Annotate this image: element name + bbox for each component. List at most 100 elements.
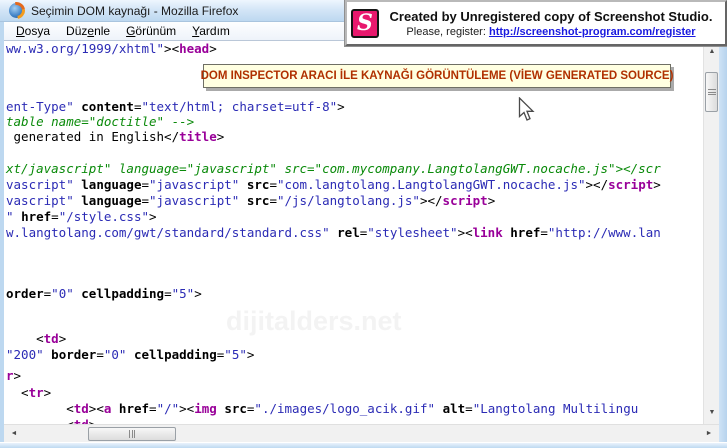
menu-item-dosya[interactable]: Dosya [8,23,58,40]
code-segment-p: ></ [586,177,609,192]
source-line: table name="doctitle" --> [6,114,194,129]
menu-mnemonic: D [16,24,25,38]
code-segment-p: = [164,286,172,301]
code-segment-p: = [96,347,104,362]
code-segment-t: tr [29,385,44,400]
scroll-down-icon[interactable]: ▼ [704,404,720,421]
scroll-left-icon[interactable]: ◄ [6,425,22,442]
menu-label: örünüm [135,24,176,38]
register-link[interactable]: http://screenshot-program.com/register [489,26,696,38]
code-segment-v: vascript" [6,177,74,192]
code-segment-p: = [141,177,149,192]
source-line: ent-Type" content="text/html; charset=ut… [6,99,345,114]
code-segment-v: "/style.css" [59,209,149,224]
code-segment-p: ></ [420,193,443,208]
code-segment-p: > [217,129,225,144]
code-segment-a: href [119,401,149,416]
source-line: generated in English</title> [6,129,224,144]
code-segment-p [14,209,22,224]
source-line: w.langtolang.com/gwt/standard/standard.c… [6,225,661,240]
screenshot-studio-logo: S [351,9,379,38]
window-border-bottom [0,442,727,448]
code-segment-p: = [540,225,548,240]
code-segment-v: " [6,209,14,224]
code-segment-p: = [465,401,473,416]
code-segment-c: table name="doctitle" --> [6,114,194,129]
vertical-scrollbar[interactable]: ▲ ▼ [703,41,719,424]
menu-label: osya [25,24,50,38]
code-segment-p: >< [179,401,194,416]
source-line: " href="/style.css"> [6,209,157,224]
code-segment-a: language [81,193,141,208]
code-segment-p [330,225,338,240]
code-segment-p: = [269,193,277,208]
menu-label: ardım [199,24,230,38]
code-segment-v: "javascript" [149,177,239,192]
menu-item-duzenle[interactable]: Düzenle [58,23,118,40]
menu-item-yardim[interactable]: Yardım [184,23,238,40]
screenshot-studio-badge: S Created by Unregistered copy of Screen… [345,0,727,46]
code-segment-a: cellpadding [81,286,164,301]
code-segment-a: href [510,225,540,240]
code-segment-a: order [6,286,44,301]
scroll-right-icon[interactable]: ► [701,425,717,442]
mouse-cursor-icon [518,97,536,128]
code-segment-a: content [81,99,134,114]
annotation-callout: DOM INSPECTOR ARACI İLE KAYNAĞI GÖRÜNTÜL… [203,64,671,88]
code-segment-p: >< [458,225,473,240]
code-segment-v: "/js/langtolang.js" [277,193,420,208]
code-segment-p: > [337,99,345,114]
code-segment-p: > [14,368,22,383]
code-segment-p: = [141,193,149,208]
code-segment-v: "5" [224,347,247,362]
code-segment-v: "Langtolang Multilingu [473,401,639,416]
code-segment-v: w.langtolang.com/gwt/standard/standard.c… [6,225,330,240]
code-segment-v: "0" [104,347,127,362]
code-segment-p: < [6,401,74,416]
code-segment-p: = [51,209,59,224]
source-line: <td><a href="/"><img src="./images/logo_… [6,401,638,416]
horizontal-scrollbar[interactable]: ◄ ► [4,424,719,442]
code-segment-a: src [247,193,270,208]
code-segment-v: "javascript" [149,193,239,208]
code-segment-a: href [21,209,51,224]
code-segment-v: ww.w3.org/1999/xhtml" [6,41,164,56]
code-segment-p: > [59,331,67,346]
code-segment-p: = [269,177,277,192]
code-segment-v: "com.langtolang.LangtolangGWT.nocache.js… [277,177,586,192]
source-line: <td> [6,417,96,424]
code-segment-v: "0" [51,286,74,301]
code-segment-t: td [44,331,59,346]
source-line: order="0" cellpadding="5"> [6,286,202,301]
code-segment-c: xt/javascript" language="javascript" src… [6,161,661,176]
code-segment-a: src [247,177,270,192]
badge-register-label: Please, register: [406,26,485,38]
code-segment-t: r [6,368,14,383]
menu-item-gorunum[interactable]: Görünüm [118,23,184,40]
code-segment-p: = [149,401,157,416]
code-segment-t: script [608,177,653,192]
code-segment-p: > [247,347,255,362]
code-segment-p: generated in English</ [6,129,179,144]
source-line: ww.w3.org/1999/xhtml"><head> [6,41,217,56]
code-segment-p: < [6,331,44,346]
code-segment-v: "200" [6,347,44,362]
horizontal-scroll-thumb[interactable] [88,427,176,441]
annotation-text: DOM INSPECTOR ARACI İLE KAYNAĞI GÖRÜNTÜL… [201,70,674,82]
code-segment-a: src [224,401,247,416]
source-line: xt/javascript" language="javascript" src… [6,161,661,176]
source-line: "200" border="0" cellpadding="5"> [6,347,254,362]
firefox-icon [9,3,24,18]
source-line: vascript" language="javascript" src="com… [6,177,661,192]
code-segment-t: script [443,193,488,208]
vertical-scroll-thumb[interactable] [705,72,718,112]
code-segment-p: >< [164,41,179,56]
source-line: vascript" language="javascript" src="/js… [6,193,495,208]
code-segment-t: link [473,225,503,240]
code-segment-p: > [194,286,202,301]
code-segment-a: border [51,347,96,362]
code-segment-p: > [44,385,52,400]
code-segment-a: language [81,177,141,192]
code-segment-p: > [209,41,217,56]
code-segment-t: td [74,401,89,416]
